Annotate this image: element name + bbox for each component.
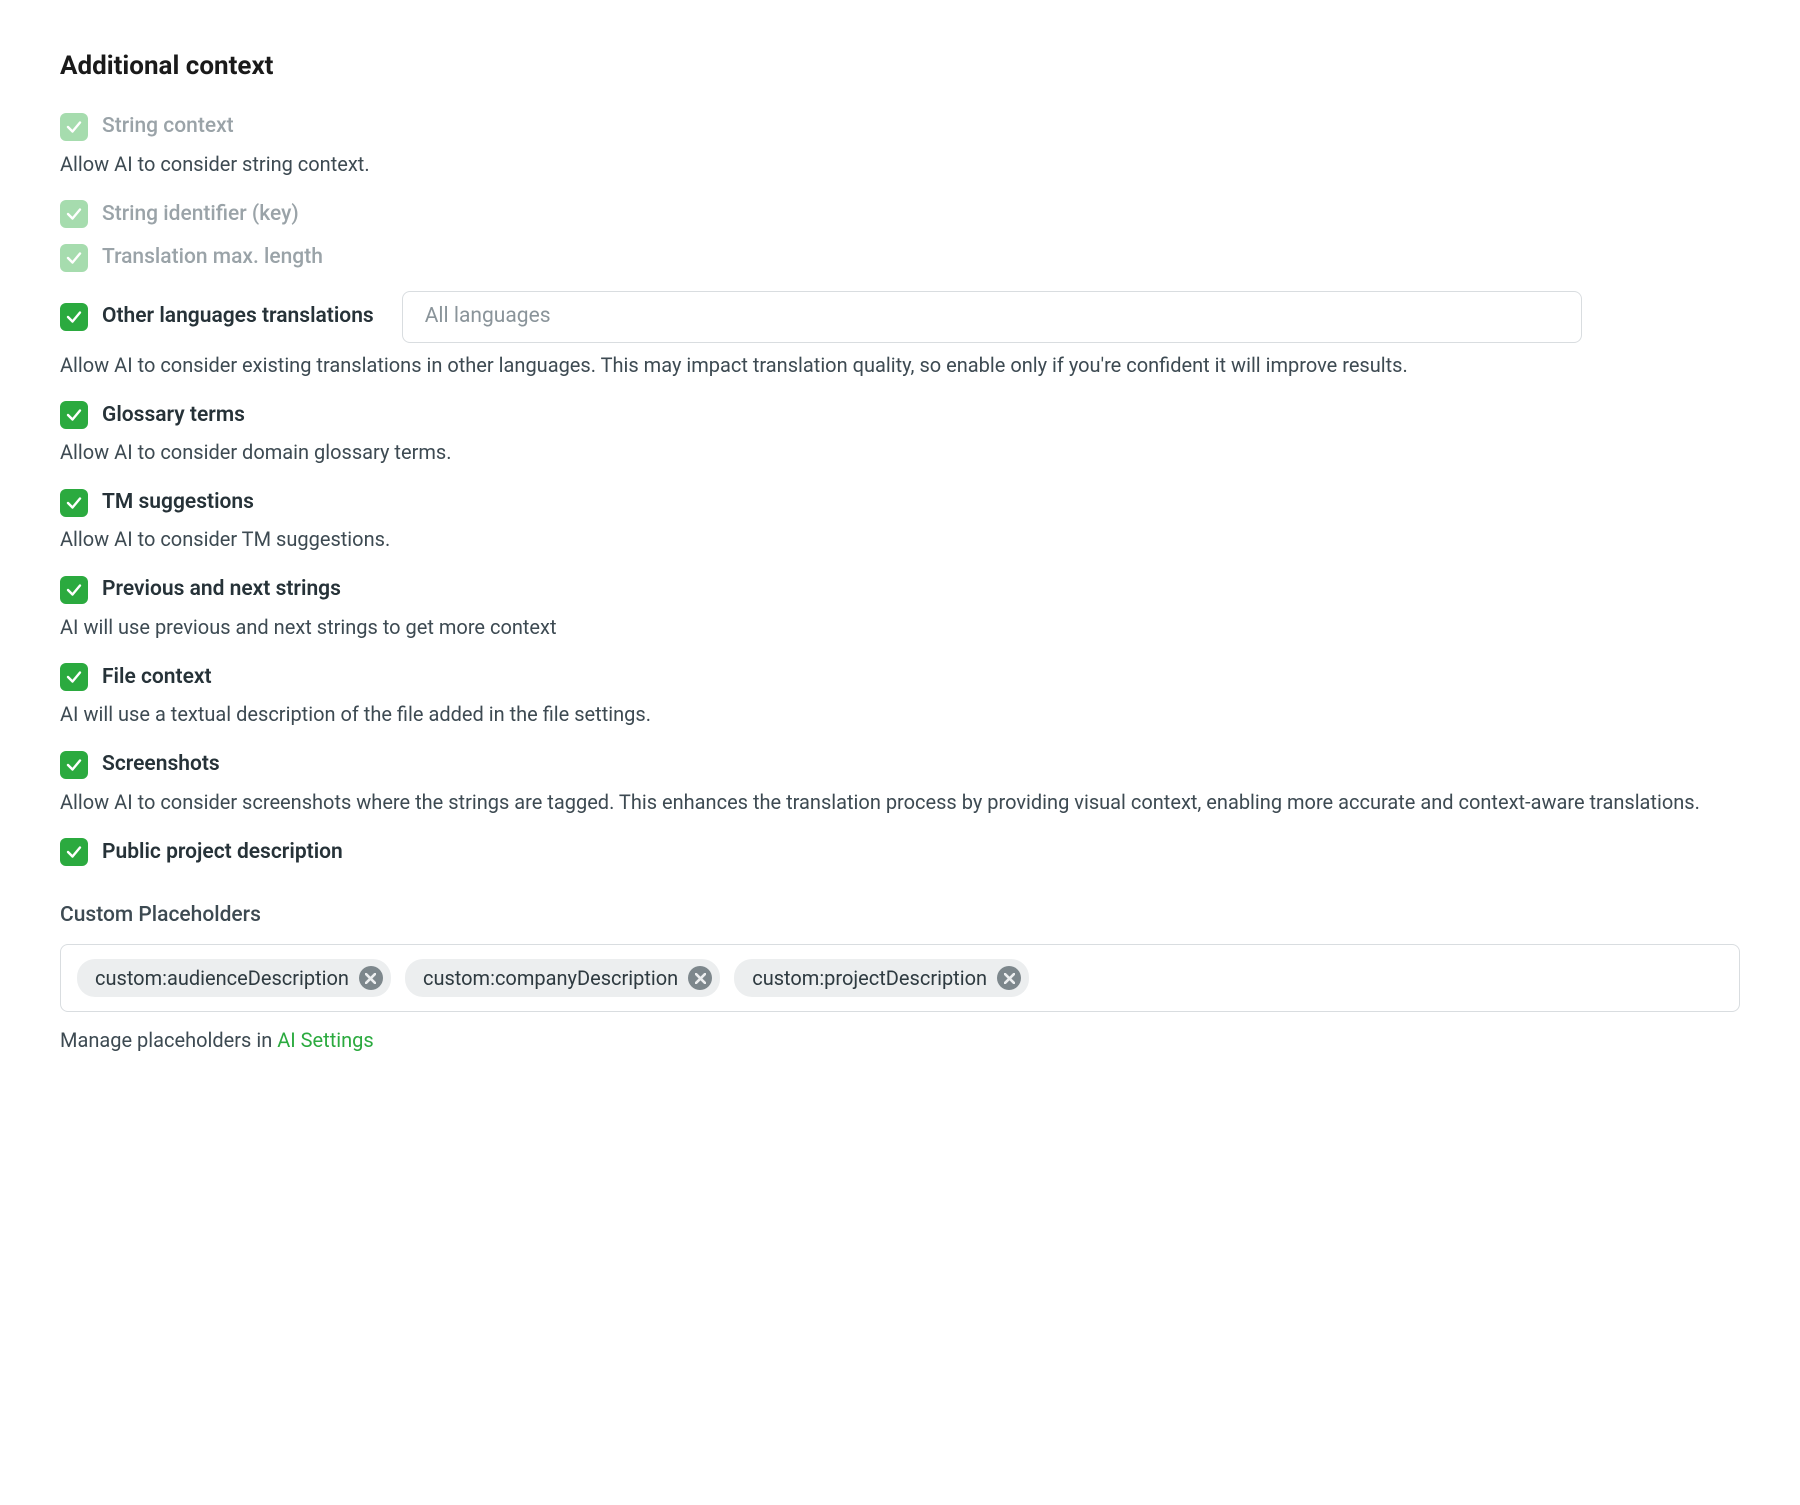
check-icon — [65, 249, 83, 267]
option-desc: Allow AI to consider TM suggestions. — [60, 525, 1740, 553]
custom-placeholders-input[interactable]: custom:audienceDescription custom:compan… — [60, 944, 1740, 1012]
close-icon — [365, 973, 376, 984]
option-desc: AI will use previous and next strings to… — [60, 613, 1740, 641]
option-label: String context — [102, 112, 234, 141]
check-icon — [65, 756, 83, 774]
option-desc: AI will use a textual description of the… — [60, 700, 1740, 728]
option-string-context: String context Allow AI to consider stri… — [60, 112, 1740, 177]
tag-remove-button[interactable] — [688, 966, 712, 990]
language-select-placeholder: All languages — [425, 302, 551, 331]
check-icon — [65, 581, 83, 599]
checkbox-tm[interactable] — [60, 489, 88, 517]
check-icon — [65, 668, 83, 686]
option-label: Public project description — [102, 838, 343, 867]
option-desc: Allow AI to consider existing translatio… — [60, 351, 1740, 379]
option-label: Screenshots — [102, 750, 220, 779]
option-desc: Allow AI to consider screenshots where t… — [60, 788, 1740, 816]
option-glossary: Glossary terms Allow AI to consider doma… — [60, 401, 1740, 466]
tag-label: custom:companyDescription — [423, 964, 678, 992]
checkbox-string-identifier — [60, 200, 88, 228]
option-label: Other languages translations — [102, 302, 374, 331]
custom-placeholders-title: Custom Placeholders — [60, 901, 1740, 930]
check-icon — [65, 308, 83, 326]
option-prev-next: Previous and next strings AI will use pr… — [60, 575, 1740, 640]
option-other-languages: Other languages translations All languag… — [60, 291, 1740, 379]
checkbox-prev-next[interactable] — [60, 576, 88, 604]
check-icon — [65, 205, 83, 223]
option-translation-max-length: Translation max. length — [60, 243, 1740, 272]
option-string-identifier: String identifier (key) — [60, 200, 1740, 229]
checkbox-translation-max-length — [60, 244, 88, 272]
option-public-project: Public project description — [60, 838, 1740, 867]
checkbox-public-project[interactable] — [60, 838, 88, 866]
tag-remove-button[interactable] — [997, 966, 1021, 990]
option-desc: Allow AI to consider string context. — [60, 150, 1740, 178]
placeholders-footer: Manage placeholders in AI Settings — [60, 1026, 1740, 1054]
checkbox-screenshots[interactable] — [60, 751, 88, 779]
option-screenshots: Screenshots Allow AI to consider screens… — [60, 750, 1740, 815]
check-icon — [65, 494, 83, 512]
ai-settings-link[interactable]: AI Settings — [277, 1028, 373, 1052]
language-select[interactable]: All languages — [402, 291, 1582, 343]
tag-remove-button[interactable] — [359, 966, 383, 990]
check-icon — [65, 843, 83, 861]
check-icon — [65, 118, 83, 136]
option-label: Previous and next strings — [102, 575, 341, 604]
checkbox-string-context — [60, 113, 88, 141]
close-icon — [1004, 973, 1015, 984]
checkbox-file-context[interactable] — [60, 663, 88, 691]
placeholder-tag: custom:audienceDescription — [77, 959, 391, 997]
close-icon — [695, 973, 706, 984]
option-tm: TM suggestions Allow AI to consider TM s… — [60, 488, 1740, 553]
check-icon — [65, 406, 83, 424]
section-title: Additional context — [60, 48, 1740, 84]
footer-prefix: Manage placeholders in — [60, 1028, 277, 1052]
option-file-context: File context AI will use a textual descr… — [60, 663, 1740, 728]
option-label: Translation max. length — [102, 243, 323, 272]
option-label: String identifier (key) — [102, 200, 299, 229]
option-label: File context — [102, 663, 212, 692]
option-label: Glossary terms — [102, 401, 245, 430]
checkbox-other-languages[interactable] — [60, 303, 88, 331]
placeholder-tag: custom:projectDescription — [734, 959, 1029, 997]
placeholder-tag: custom:companyDescription — [405, 959, 720, 997]
tag-label: custom:audienceDescription — [95, 964, 349, 992]
option-desc: Allow AI to consider domain glossary ter… — [60, 438, 1740, 466]
option-label: TM suggestions — [102, 488, 254, 517]
checkbox-glossary[interactable] — [60, 401, 88, 429]
tag-label: custom:projectDescription — [752, 964, 987, 992]
